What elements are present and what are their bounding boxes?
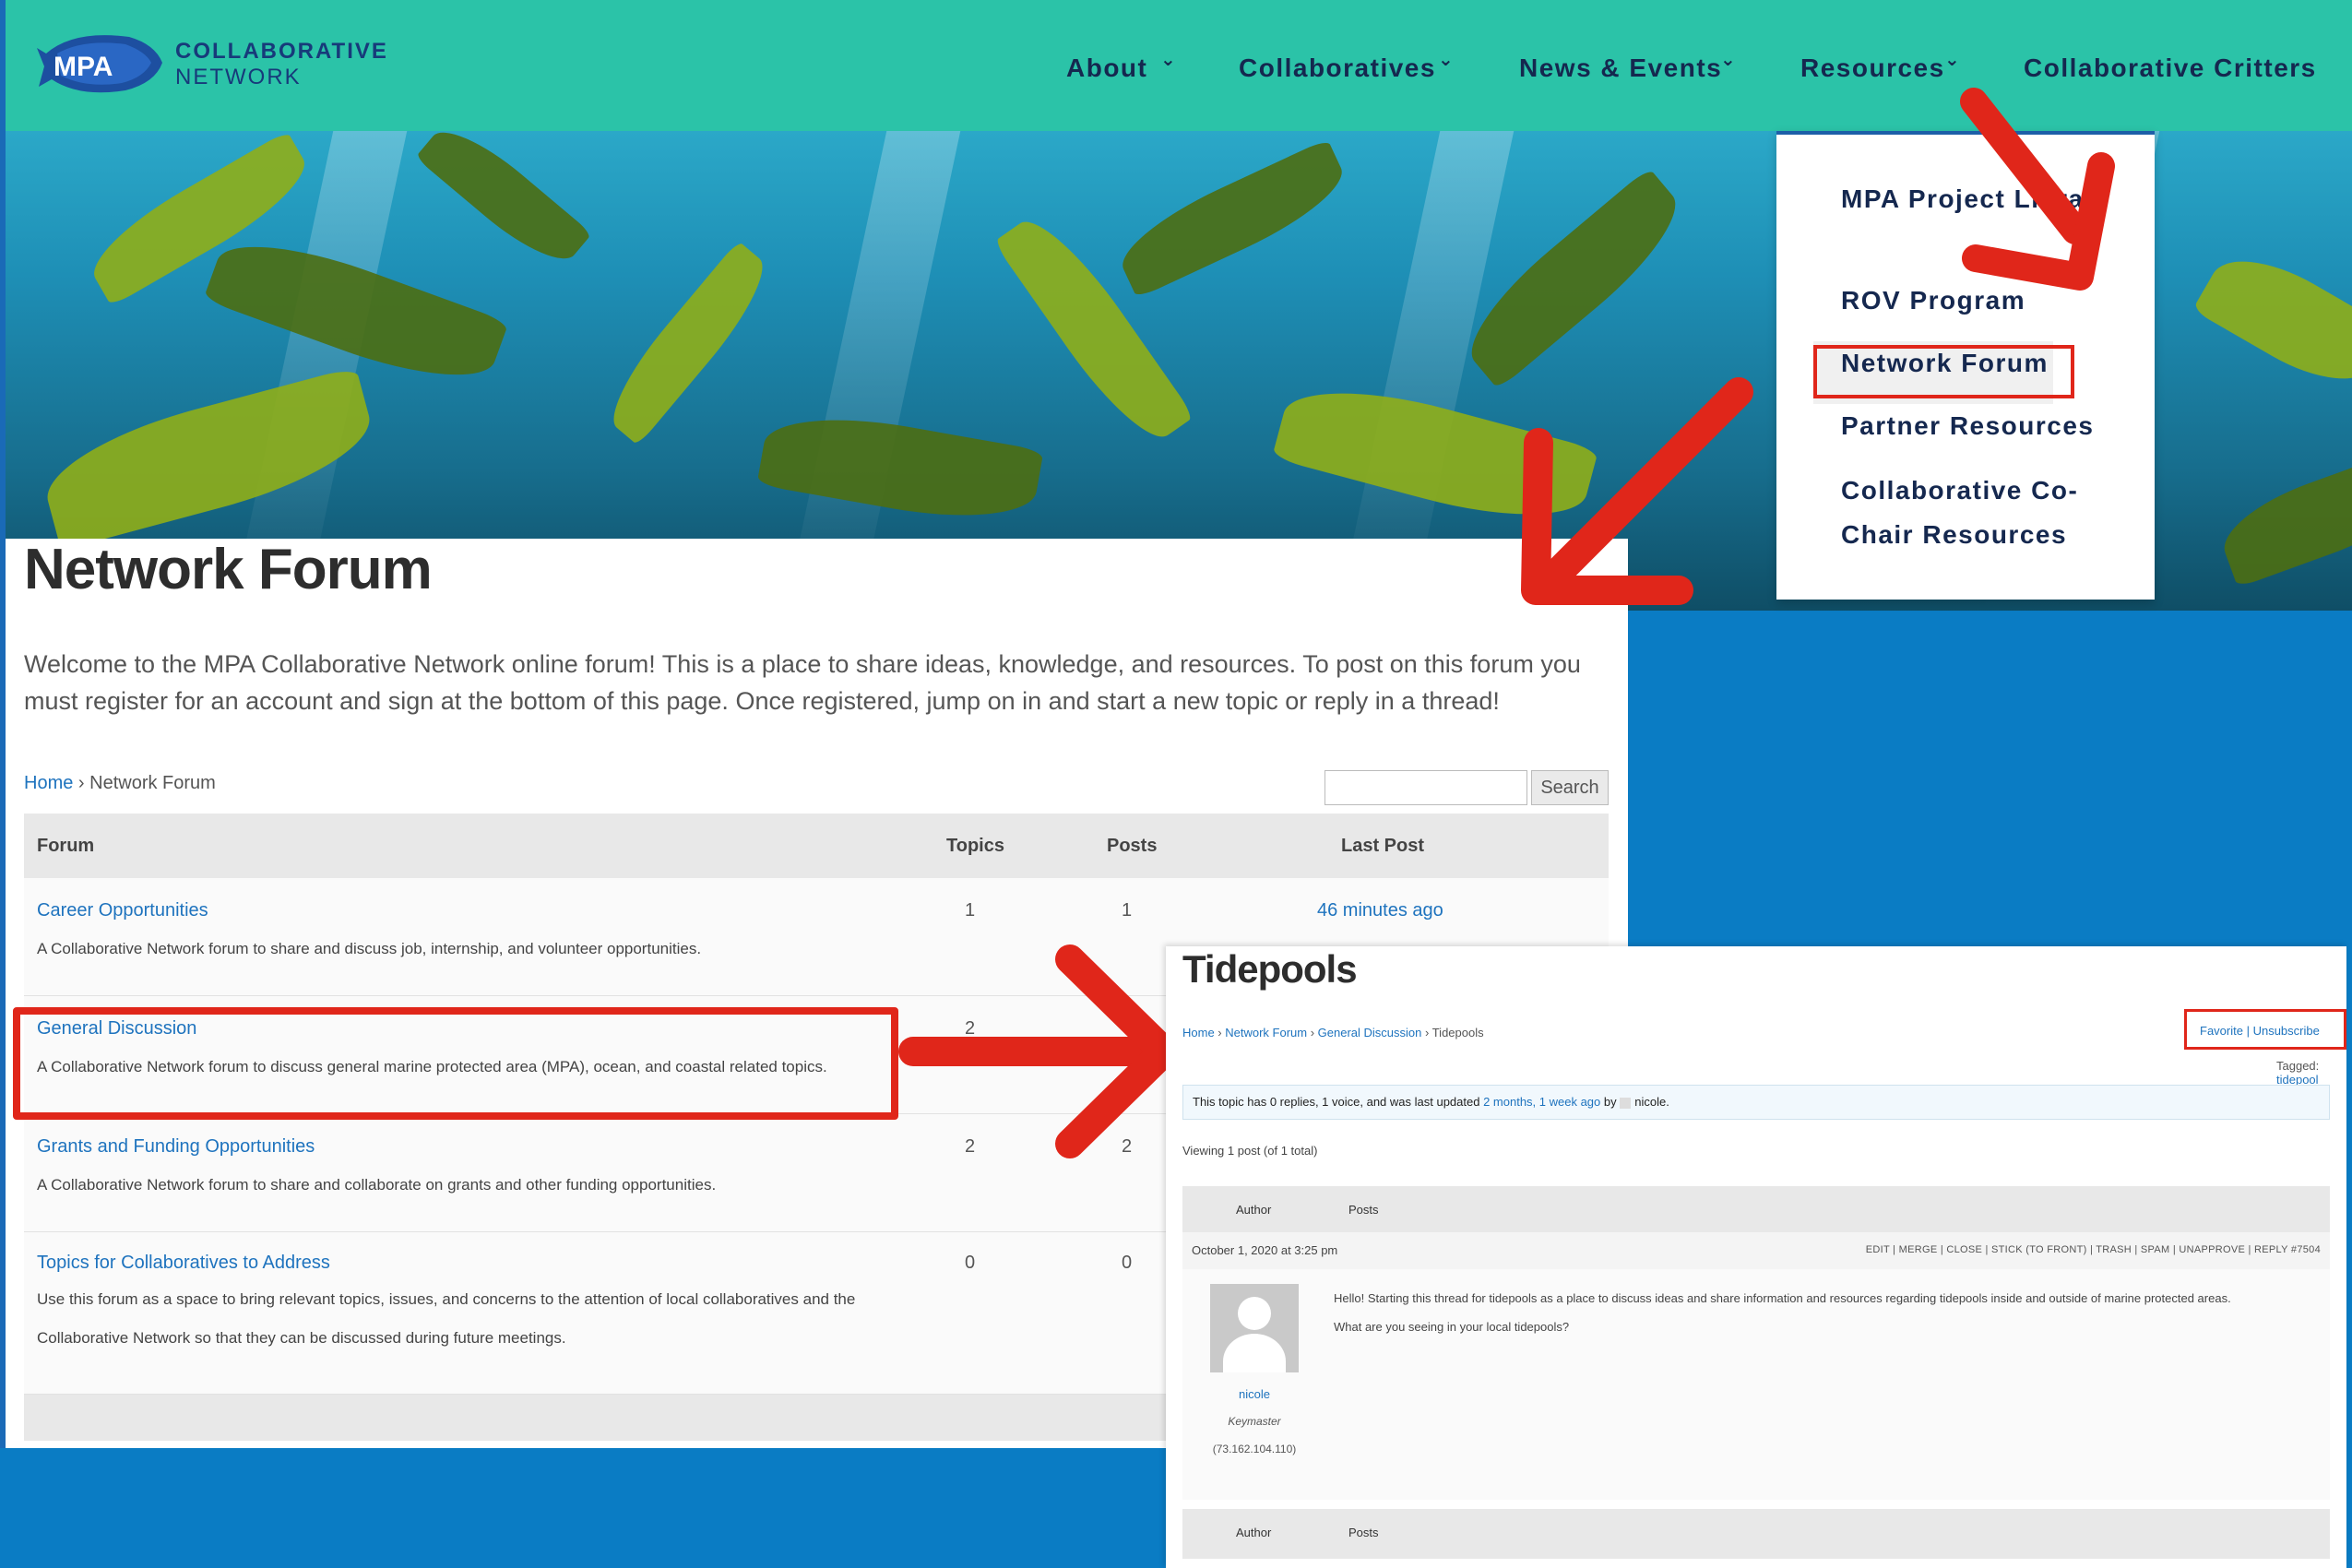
topic-count: 0 <box>965 1253 976 1273</box>
author-role: Keymaster <box>1228 1415 1281 1428</box>
nav-news-events[interactable]: News & Events ⌄ <box>1519 50 1736 90</box>
col-posts: Posts <box>1348 1526 1379 1539</box>
post-content: Hello! Starting this thread for tidepool… <box>1334 1284 2311 1341</box>
post-date: October 1, 2020 at 3:25 pm <box>1192 1243 1338 1257</box>
author-ip: (73.162.104.110) <box>1212 1443 1297 1455</box>
unsubscribe-link[interactable]: Unsubscribe <box>2253 1024 2320 1038</box>
nav-about-label: About <box>1066 53 1148 82</box>
tagged-line: Tagged: tidepool <box>2276 1059 2346 1087</box>
forum-description: A Collaborative Network forum to share a… <box>37 940 702 957</box>
page-title: Network Forum <box>24 538 433 601</box>
forum-description: A Collaborative Network forum to share a… <box>37 1176 717 1194</box>
logo-title: COLLABORATIVE <box>175 39 388 64</box>
posts-header: Author Posts <box>1182 1186 2330 1236</box>
col-topics: Topics <box>946 836 1004 856</box>
avatar-small-icon <box>1620 1097 1632 1109</box>
forum-description: Use this forum as a space to bring relev… <box>37 1290 856 1347</box>
post-count: 2 <box>1122 1136 1133 1157</box>
breadcrumb-current: Network Forum <box>89 773 216 793</box>
search-button[interactable]: Search <box>1531 770 1609 805</box>
col-author: Author <box>1236 1203 1272 1217</box>
topic-notice: This topic has 0 replies, 1 voice, and w… <box>1182 1085 2330 1120</box>
link-separator: | <box>2242 1024 2253 1038</box>
nav-resources[interactable]: Resources ⌄ <box>1800 50 1960 90</box>
nav-collaborative-critters-label: Collaborative Critters <box>2024 53 2317 82</box>
tagged-label: Tagged: <box>2276 1059 2320 1073</box>
crumb-network-forum[interactable]: Network Forum <box>1225 1026 1307 1039</box>
nav-news-events-label: News & Events <box>1519 53 1723 82</box>
search-input[interactable] <box>1324 770 1527 805</box>
tidepools-topic-panel: Tidepools Home › Network Forum › General… <box>1166 946 2346 1568</box>
notice-text: This topic has 0 replies, 1 voice, and w… <box>1193 1095 1484 1109</box>
post-body: nicole Keymaster (73.162.104.110) Hello!… <box>1182 1269 2330 1500</box>
chevron-down-icon: ⌄ <box>1720 50 1738 70</box>
crumb-current: Tidepools <box>1431 1026 1484 1039</box>
post-admin-links[interactable]: EDIT | MERGE | CLOSE | STICK (TO FRONT) … <box>1866 1244 2321 1255</box>
chevron-down-icon: ⌄ <box>1438 50 1455 70</box>
site-header: MPA COLLABORATIVE NETWORK About ⌄ Collab… <box>6 0 2352 131</box>
topic-title: Tidepools <box>1182 947 1358 991</box>
breadcrumb-home[interactable]: Home <box>24 773 73 793</box>
post-line: What are you seeing in your local tidepo… <box>1334 1320 1570 1334</box>
post-meta-bar: October 1, 2020 at 3:25 pm EDIT | MERGE … <box>1182 1232 2330 1269</box>
nav-collaboratives[interactable]: Collaboratives ⌄ <box>1239 50 1454 90</box>
avatar-placeholder-icon[interactable] <box>1210 1284 1299 1372</box>
topic-count: 2 <box>965 1136 976 1157</box>
col-posts: Posts <box>1348 1203 1379 1217</box>
post-count: 1 <box>1122 900 1133 921</box>
resources-dropdown: MPA Project Library ROV Program Network … <box>1776 131 2155 600</box>
chevron-down-icon: ⌄ <box>1944 50 1962 70</box>
nav-collaborative-critters[interactable]: Collaborative Critters <box>2024 53 2317 90</box>
logo-text: MPA <box>53 52 113 82</box>
favorite-subscribe-links: Favorite | Unsubscribe <box>2200 1024 2320 1038</box>
forum-link-topics-for-collaboratives[interactable]: Topics for Collaboratives to Address <box>37 1253 330 1274</box>
topic-breadcrumb: Home › Network Forum › General Discussio… <box>1182 1026 1484 1039</box>
table-header: Forum Topics Posts Last Post <box>24 814 1609 878</box>
post-count: 0 <box>1122 1253 1133 1273</box>
chevron-down-icon: ⌄ <box>1160 50 1178 70</box>
last-post-link[interactable]: 46 minutes ago <box>1317 900 1443 921</box>
posts-footer: Author Posts <box>1182 1509 2330 1559</box>
topic-count: 1 <box>965 900 976 921</box>
forum-link-grants[interactable]: Grants and Funding Opportunities <box>37 1136 315 1158</box>
post-line: Hello! Starting this thread for tidepool… <box>1334 1291 2231 1305</box>
fish-logo-icon: MPA <box>37 35 162 93</box>
breadcrumb-separator: › <box>73 773 90 793</box>
crumb-home[interactable]: Home <box>1182 1026 1215 1039</box>
forum-link-career[interactable]: Career Opportunities <box>37 900 208 921</box>
crumb-general-discussion[interactable]: General Discussion <box>1318 1026 1422 1039</box>
nav-collaboratives-label: Collaboratives <box>1239 53 1436 82</box>
dropdown-item-co-chair-resources[interactable]: Collaborative Co-Chair Resources <box>1841 469 2136 557</box>
dropdown-item-mpa-project-library[interactable]: MPA Project Library <box>1841 177 2136 221</box>
nav-resources-label: Resources <box>1800 53 1945 82</box>
dropdown-item-partner-resources[interactable]: Partner Resources <box>1841 404 2136 448</box>
viewing-count: Viewing 1 post (of 1 total) <box>1182 1144 1318 1158</box>
highlight-box <box>1813 345 2074 398</box>
breadcrumb: Home › Network Forum <box>24 773 216 794</box>
logo[interactable]: MPA COLLABORATIVE NETWORK <box>37 26 386 100</box>
topic-count: 2 <box>965 1018 976 1039</box>
forum-intro: Welcome to the MPA Collaborative Network… <box>24 650 1581 715</box>
notice-freshness-link[interactable]: 2 months, 1 week ago <box>1483 1095 1600 1109</box>
col-last-post: Last Post <box>1341 836 1425 856</box>
notice-by: by <box>1600 1095 1621 1109</box>
col-posts: Posts <box>1107 836 1158 856</box>
col-forum: Forum <box>37 836 95 856</box>
favorite-link[interactable]: Favorite <box>2200 1024 2243 1038</box>
notice-user[interactable]: nicole <box>1634 1095 1666 1109</box>
dropdown-item-rov-program[interactable]: ROV Program <box>1841 279 2136 323</box>
highlight-box <box>13 1007 898 1120</box>
author-name[interactable]: nicole <box>1182 1387 1326 1401</box>
nav-about[interactable]: About ⌄ <box>1066 50 1176 90</box>
col-author: Author <box>1236 1526 1272 1539</box>
logo-subtitle: NETWORK <box>175 65 302 89</box>
